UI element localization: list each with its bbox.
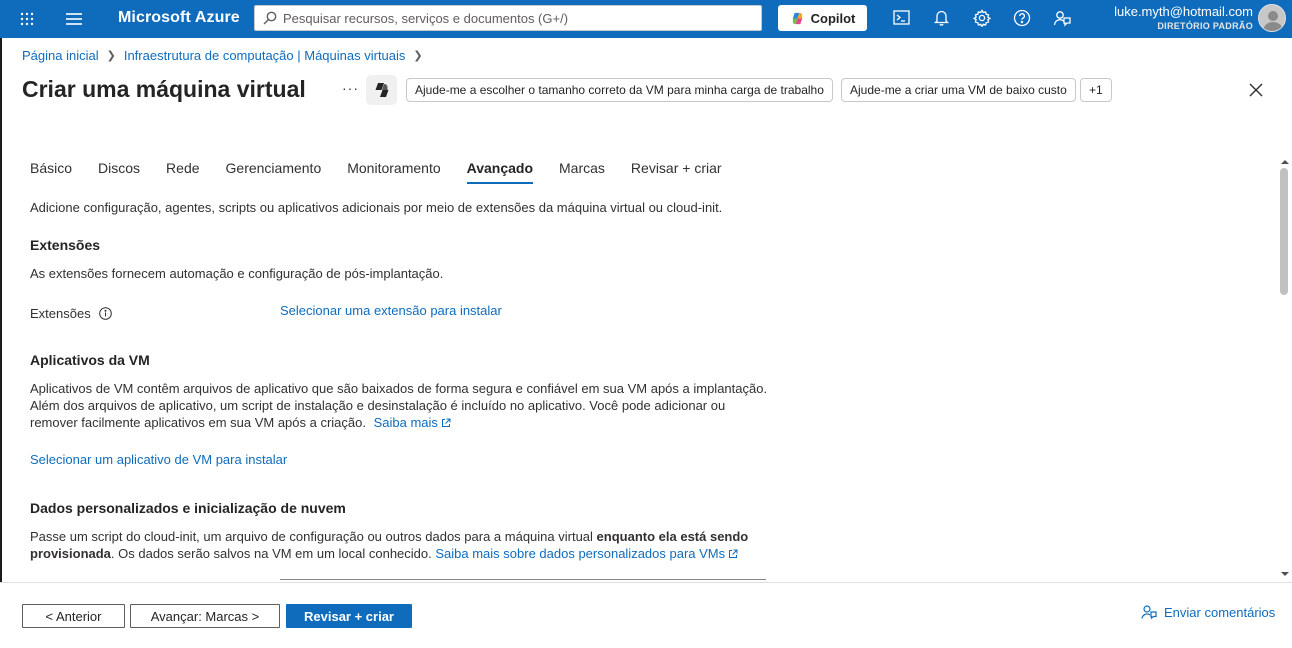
next-tags-button[interactable]: Avançar: Marcas > — [130, 604, 280, 628]
global-search[interactable] — [254, 5, 762, 31]
tab-rede[interactable]: Rede — [166, 160, 199, 184]
extensions-field-row: Extensões — [30, 305, 112, 322]
wizard-footer: < Anterior Avançar: Marcas > Revisar + c… — [0, 582, 1292, 648]
avatar[interactable] — [1258, 4, 1286, 32]
extensions-description: As extensões fornecem automação e config… — [30, 266, 444, 281]
vm-apps-line-3-row: remover facilmente aplicativos em sua VM… — [30, 414, 451, 431]
close-icon[interactable] — [1248, 82, 1264, 98]
custom-data-line-1-bold: enquanto ela está sendo — [596, 529, 749, 544]
vm-apps-line-1: Aplicativos de VM contêm arquivos de apl… — [30, 381, 768, 396]
custom-data-line-2-bold: provisionada — [30, 546, 111, 561]
search-icon — [263, 11, 277, 25]
breadcrumb-virtual-machines[interactable]: Infraestrutura de computação | Máquinas … — [124, 48, 406, 63]
select-vm-app-link[interactable]: Selecionar um aplicativo de VM para inst… — [30, 451, 287, 468]
prompt-chip-more[interactable]: +1 — [1080, 78, 1112, 102]
chevron-right-icon: ❯ — [413, 50, 423, 62]
vm-apps-line-2: Além dos arquivos de aplicativo, um scri… — [30, 398, 726, 413]
info-icon[interactable] — [98, 307, 112, 320]
custom-data-line-1: Passe um script do cloud-init, um arquiv… — [30, 528, 748, 545]
help-icon[interactable] — [1013, 9, 1031, 32]
user-email: luke.myth@hotmail.com — [1114, 4, 1253, 19]
previous-button[interactable]: < Anterior — [22, 604, 125, 628]
external-link-icon — [441, 418, 451, 427]
vm-apps-learn-more-text: Saiba mais — [373, 415, 438, 430]
chevron-right-icon: ❯ — [106, 50, 116, 62]
breadcrumb: Página inicial ❯ Infraestrutura de compu… — [22, 48, 431, 63]
extensions-heading: Extensões — [30, 237, 101, 253]
vm-apps-learn-more-link[interactable]: Saiba mais — [374, 415, 451, 430]
app-launcher-icon[interactable] — [17, 9, 37, 29]
copilot-button[interactable]: Copilot — [778, 5, 867, 31]
feedback-icon — [1141, 605, 1157, 620]
tab-monitoramento[interactable]: Monitoramento — [347, 160, 440, 184]
more-options-button[interactable]: ··· — [342, 80, 359, 96]
wizard-tabs: Básico Discos Rede Gerenciamento Monitor… — [30, 160, 722, 184]
search-input[interactable] — [283, 10, 743, 26]
send-feedback-label: Enviar comentários — [1164, 604, 1276, 620]
extensions-label: Extensões — [30, 306, 91, 321]
cloud-shell-icon[interactable] — [893, 9, 910, 31]
intro-text: Adicione configuração, agentes, scripts … — [30, 200, 723, 215]
tab-avancado[interactable]: Avançado — [466, 160, 534, 184]
tab-revisar-criar[interactable]: Revisar + criar — [631, 160, 722, 184]
vm-apps-heading: Aplicativos da VM — [30, 352, 150, 368]
top-bar: Microsoft Azure Copilot luke.myth@hotmai… — [0, 0, 1292, 38]
copilot-icon — [792, 12, 802, 24]
copilot-prompt-icon[interactable] — [366, 75, 397, 105]
vm-apps-line-3: remover facilmente aplicativos em sua VM… — [30, 415, 366, 430]
custom-data-learn-more-text: Saiba mais sobre dados personalizados pa… — [435, 546, 726, 561]
breadcrumb-home[interactable]: Página inicial — [22, 48, 99, 63]
select-extension-link[interactable]: Selecionar uma extensão para instalar — [280, 302, 502, 319]
page-title: Criar uma máquina virtual — [22, 76, 306, 102]
tab-discos[interactable]: Discos — [98, 160, 140, 184]
custom-data-line-2: provisionada. Os dados serão salvos na V… — [30, 545, 738, 562]
prompt-chip-vm-size[interactable]: Ajude-me a escolher o tamanho correto da… — [406, 78, 833, 102]
tab-basico[interactable]: Básico — [30, 160, 72, 184]
notifications-icon[interactable] — [933, 9, 950, 31]
scroll-up-arrow[interactable] — [1280, 154, 1290, 164]
window-edge — [0, 38, 2, 648]
external-link-icon — [729, 549, 738, 558]
scroll-down-arrow[interactable] — [1280, 566, 1290, 576]
copilot-label: Copilot — [810, 10, 856, 26]
prompt-chip-low-cost[interactable]: Ajude-me a criar uma VM de baixo custo — [841, 78, 1076, 102]
user-directory: DIRETÓRIO PADRÃO — [1157, 21, 1253, 31]
account-info[interactable]: luke.myth@hotmail.com DIRETÓRIO PADRÃO — [1098, 4, 1253, 32]
menu-icon[interactable] — [64, 9, 84, 29]
scrollbar-thumb[interactable] — [1280, 168, 1288, 295]
custom-data-learn-more-link[interactable]: Saiba mais sobre dados personalizados pa… — [435, 546, 738, 561]
custom-data-line-1-text: Passe um script do cloud-init, um arquiv… — [30, 529, 597, 544]
settings-icon[interactable] — [972, 9, 992, 32]
custom-data-line-2-text: . Os dados serão salvos na VM em um loca… — [110, 546, 436, 561]
tab-gerenciamento[interactable]: Gerenciamento — [226, 160, 322, 184]
tab-marcas[interactable]: Marcas — [559, 160, 605, 184]
feedback-icon[interactable] — [1053, 9, 1071, 32]
portal-brand[interactable]: Microsoft Azure — [118, 9, 240, 27]
send-feedback-link[interactable]: Enviar comentários — [1141, 604, 1275, 620]
custom-data-heading: Dados personalizados e inicialização de … — [30, 500, 346, 516]
review-create-button[interactable]: Revisar + criar — [286, 604, 412, 628]
